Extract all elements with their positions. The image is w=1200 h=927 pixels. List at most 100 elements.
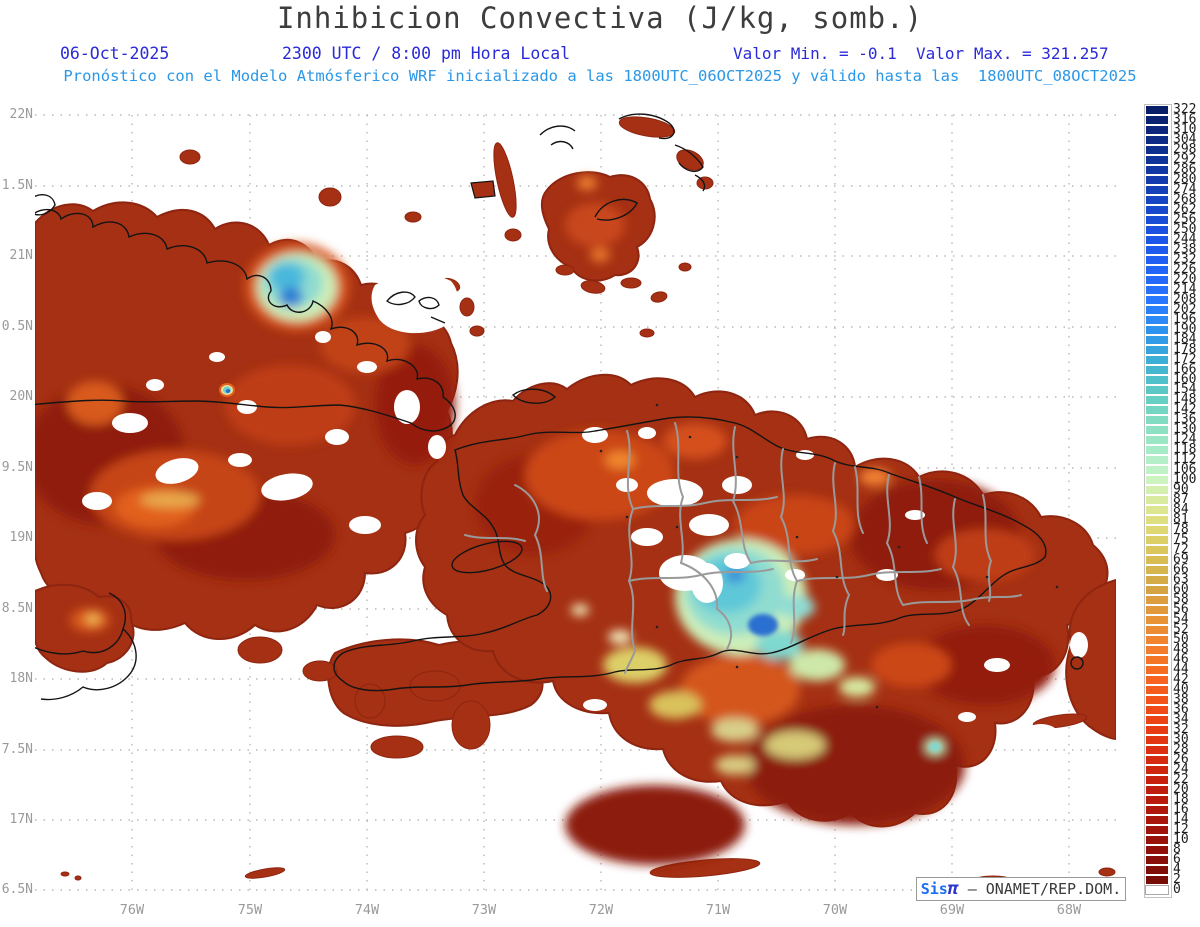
colorbar-swatch	[1145, 215, 1169, 225]
colorbar-swatch	[1145, 455, 1169, 465]
colorbar-swatch	[1145, 235, 1169, 245]
colorbar-swatch	[1145, 615, 1169, 625]
colorbar-swatch	[1145, 415, 1169, 425]
colorbar-swatch	[1145, 435, 1169, 445]
colorbar-swatch	[1145, 365, 1169, 375]
colorbar-swatch	[1145, 255, 1169, 265]
mona-outline	[1070, 656, 1084, 670]
colorbar-swatch	[1145, 735, 1169, 745]
value-min-max: Valor Min. = -0.1 Valor Max. = 321.257	[733, 44, 1109, 63]
pi-icon: π	[947, 878, 959, 899]
colorbar-swatch	[1145, 555, 1169, 565]
lat-tick-label: 8.5N	[1, 601, 33, 616]
colorbar-swatch	[1145, 625, 1169, 635]
colorbar-swatch	[1145, 535, 1169, 545]
lat-tick-label: 20N	[9, 389, 33, 404]
lon-tick-label: 74W	[354, 902, 380, 918]
colorbar-swatch	[1145, 645, 1169, 655]
lon-tick-label: 75W	[237, 902, 263, 918]
colorbar-swatch	[1145, 585, 1169, 595]
colorbar-swatch	[1145, 405, 1169, 415]
colorbar-swatch	[1145, 725, 1169, 735]
colorbar-swatch	[1145, 505, 1169, 515]
colorbar-swatch	[1145, 575, 1169, 585]
lon-tick-label: 68W	[1056, 902, 1082, 918]
colorbar-swatch	[1145, 245, 1169, 255]
forecast-time: 2300 UTC / 8:00 pm Hora Local	[282, 44, 571, 63]
colorbar-swatch	[1145, 125, 1169, 135]
colorbar-swatch	[1145, 565, 1169, 575]
colorbar-swatch	[1145, 765, 1169, 775]
model-subtitle: Pronóstico con el Modelo Atmósferico WRF…	[63, 67, 1137, 85]
lat-tick-label: 17N	[9, 812, 33, 827]
lat-tick-label: 21N	[9, 248, 33, 263]
colorbar-swatch	[1145, 675, 1169, 685]
colorbar-swatch	[1145, 755, 1169, 765]
colorbar-swatch	[1145, 495, 1169, 505]
colorbar-swatch	[1145, 815, 1169, 825]
colorbar-swatch	[1145, 165, 1169, 175]
colorbar-swatch	[1145, 525, 1169, 535]
lon-tick-label: 73W	[471, 902, 497, 918]
colorbar-swatch	[1145, 545, 1169, 555]
lon-tick-label: 70W	[822, 902, 848, 918]
colorbar-swatch	[1145, 705, 1169, 715]
colorbar-swatch	[1145, 515, 1169, 525]
colorbar-swatch	[1145, 805, 1169, 815]
colorbar-swatch	[1145, 145, 1169, 155]
colorbar-level: 0	[1145, 882, 1200, 897]
colorbar-swatch	[1145, 445, 1169, 455]
colorbar-swatch	[1145, 795, 1169, 805]
colorbar-swatch	[1145, 665, 1169, 675]
colorbar-swatch	[1145, 875, 1169, 885]
colorbar: 322 316 310 304 298 292 286 280 274 268 262 256 250 2…	[1145, 103, 1200, 897]
colorbar-swatch	[1145, 335, 1169, 345]
lat-tick-label: 22N	[9, 107, 33, 122]
colorbar-swatch	[1145, 275, 1169, 285]
colorbar-swatch	[1145, 375, 1169, 385]
colorbar-swatch	[1145, 425, 1169, 435]
colorbar-swatch	[1145, 775, 1169, 785]
colorbar-value: 0	[1173, 882, 1181, 897]
colorbar-swatch	[1145, 885, 1169, 895]
colorbar-swatch	[1145, 265, 1169, 275]
colorbar-swatch	[1145, 605, 1169, 615]
lon-tick-label: 71W	[705, 902, 731, 918]
colorbar-swatch	[1145, 225, 1169, 235]
colorbar-swatch	[1145, 295, 1169, 305]
colorbar-swatch	[1145, 845, 1169, 855]
outlined-cay	[470, 180, 496, 199]
colorbar-swatch	[1145, 175, 1169, 185]
colorbar-swatch	[1145, 155, 1169, 165]
colorbar-swatch	[1145, 475, 1169, 485]
colorbar-swatch	[1145, 135, 1169, 145]
branding-box: Sis π – ONAMET/REP.DOM.	[916, 877, 1126, 901]
colorbar-swatch	[1145, 115, 1169, 125]
page-title: Inhibicion Convectiva (J/kg, somb.)	[276, 1, 924, 35]
colorbar-swatch	[1145, 635, 1169, 645]
branding-sis: Sis	[920, 880, 948, 898]
lon-tick-label: 72W	[588, 902, 614, 918]
colorbar-swatch	[1145, 825, 1169, 835]
colorbar-swatch	[1145, 855, 1169, 865]
colorbar-swatch	[1145, 315, 1169, 325]
colorbar-swatch	[1145, 285, 1169, 295]
colorbar-swatch	[1145, 685, 1169, 695]
colorbar-swatch	[1145, 195, 1169, 205]
lat-tick-label: 0.5N	[1, 319, 33, 334]
branding-org: – ONAMET/REP.DOM.	[958, 880, 1122, 898]
colorbar-swatch	[1145, 385, 1169, 395]
colorbar-swatch	[1145, 205, 1169, 215]
rainbow-spot	[219, 383, 235, 397]
lat-tick-label: 1.5N	[1, 178, 33, 193]
colorbar-swatch	[1145, 395, 1169, 405]
colorbar-swatch	[1145, 785, 1169, 795]
lon-tick-label: 69W	[939, 902, 965, 918]
colorbar-swatch	[1145, 345, 1169, 355]
colorbar-swatch	[1145, 595, 1169, 605]
colorbar-swatch	[1145, 105, 1169, 115]
lat-tick-label: 9.5N	[1, 460, 33, 475]
colorbar-swatch	[1145, 305, 1169, 315]
colorbar-swatch	[1145, 715, 1169, 725]
lat-tick-label: 6.5N	[1, 882, 33, 897]
